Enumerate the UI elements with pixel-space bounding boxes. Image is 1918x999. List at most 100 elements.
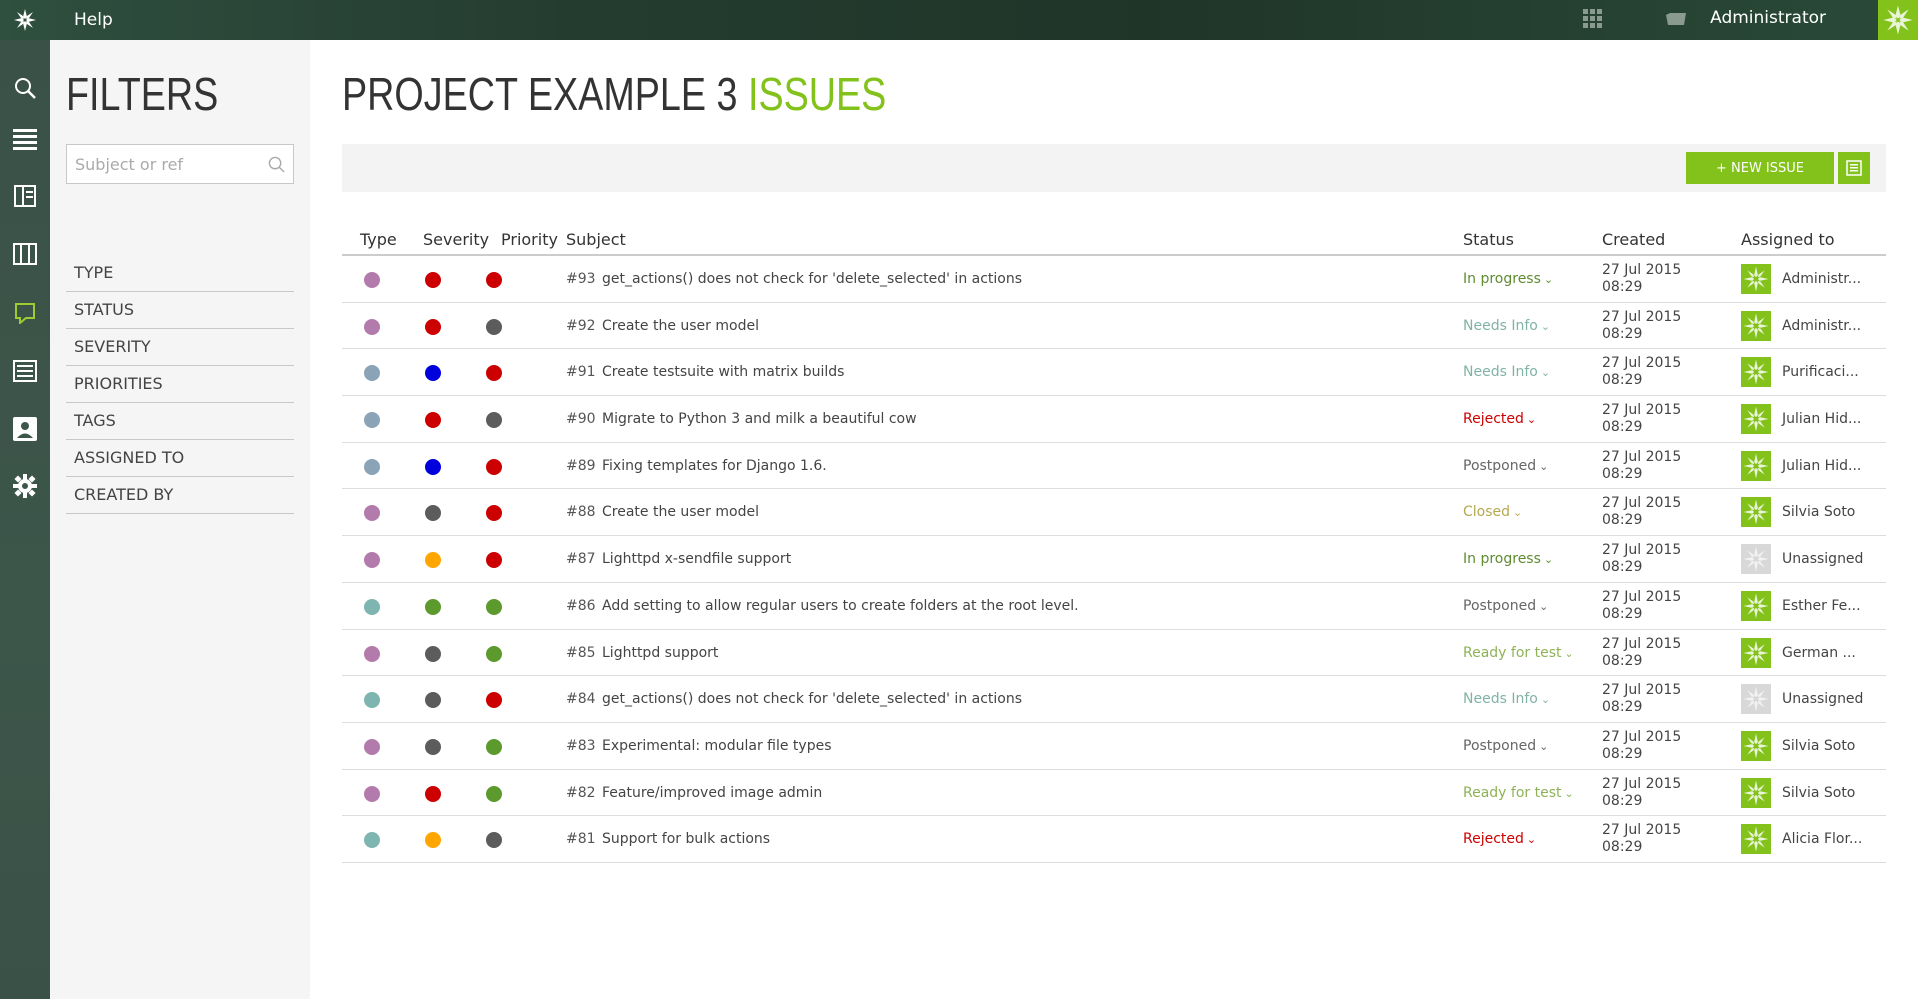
table-row[interactable]: #82 Feature/improved image admin Ready for… [342,770,1886,817]
table-row[interactable]: #86 Add setting to allow regular users to… [342,583,1886,630]
severity-dot[interactable] [425,832,441,849]
assignee-name[interactable]: Purificaci... [1782,364,1859,380]
filter-item[interactable]: SEVERITY [66,329,294,366]
assignee-name[interactable]: Julian Hid... [1782,458,1861,474]
severity-dot[interactable] [425,552,441,569]
assignee-avatar[interactable] [1741,637,1771,668]
assignee-name[interactable]: Esther Fe... [1782,598,1861,614]
issue-ref[interactable]: #83 [566,738,596,754]
assignee-avatar[interactable] [1741,777,1771,808]
issue-status[interactable]: Postponed ⌄ [1463,458,1548,474]
filter-item[interactable]: CREATED BY [66,477,294,514]
severity-dot[interactable] [425,412,441,429]
issue-subject[interactable]: Lighttpd support [602,645,718,661]
priority-dot[interactable] [486,412,502,429]
type-dot[interactable] [364,598,380,615]
folder-icon[interactable] [1666,11,1686,31]
assignee-avatar[interactable] [1741,590,1771,621]
header-type[interactable]: Type [360,230,397,249]
table-row[interactable]: #81 Support for bulk actions Rejected ⌄ 27 J… [342,816,1886,863]
issue-status[interactable]: Rejected ⌄ [1463,831,1536,847]
severity-dot[interactable] [425,458,441,475]
bulk-insert-button[interactable] [1838,152,1870,184]
severity-dot[interactable] [425,738,441,755]
header-status[interactable]: Status [1463,230,1514,249]
search-icon[interactable] [0,68,50,108]
backlog-icon[interactable] [0,119,50,159]
taiga-logo-icon[interactable] [0,0,50,40]
type-dot[interactable] [364,645,380,662]
assignee-avatar[interactable] [1741,684,1771,715]
header-assigned[interactable]: Assigned to [1741,230,1835,249]
issues-icon[interactable] [0,293,50,333]
help-link[interactable]: Help [74,10,113,30]
issue-status[interactable]: In progress ⌄ [1463,551,1553,567]
assignee-name[interactable]: Unassigned [1782,551,1863,567]
settings-icon[interactable] [0,466,50,506]
assignee-avatar[interactable] [1741,264,1771,294]
assignee-avatar[interactable] [1741,404,1771,435]
priority-dot[interactable] [486,598,502,615]
assignee-name[interactable]: Silvia Soto [1782,785,1855,801]
issue-ref[interactable]: #86 [566,598,596,614]
severity-dot[interactable] [425,318,441,335]
new-issue-button[interactable]: + NEW ISSUE [1686,152,1834,184]
filter-item[interactable]: TAGS [66,403,294,440]
priority-dot[interactable] [486,505,502,522]
issue-status[interactable]: Ready for test ⌄ [1463,785,1574,801]
issue-ref[interactable]: #88 [566,504,596,520]
issue-status[interactable]: Closed ⌄ [1463,504,1522,520]
assignee-name[interactable]: Silvia Soto [1782,504,1855,520]
severity-dot[interactable] [425,692,441,709]
assignee-name[interactable]: Administr... [1782,271,1861,287]
issue-status[interactable]: In progress ⌄ [1463,271,1553,287]
priority-dot[interactable] [486,458,502,475]
issue-status[interactable]: Ready for test ⌄ [1463,645,1574,661]
type-dot[interactable] [364,552,380,569]
filter-item[interactable]: TYPE [66,255,294,292]
header-created[interactable]: Created [1602,230,1665,249]
issue-subject[interactable]: get_actions() does not check for 'delete… [602,691,1022,707]
issue-subject[interactable]: Create the user model [602,318,759,334]
issue-ref[interactable]: #87 [566,551,596,567]
issue-subject[interactable]: Support for bulk actions [602,831,770,847]
issue-status[interactable]: Rejected ⌄ [1463,411,1536,427]
issue-status[interactable]: Needs Info ⌄ [1463,364,1550,380]
priority-dot[interactable] [486,552,502,569]
priority-dot[interactable] [486,785,502,802]
assignee-name[interactable]: Administr... [1782,318,1861,334]
type-dot[interactable] [364,365,380,382]
wiki-icon[interactable] [0,351,50,391]
type-dot[interactable] [364,318,380,335]
issue-ref[interactable]: #81 [566,831,596,847]
assignee-avatar[interactable] [1741,310,1771,341]
severity-dot[interactable] [425,645,441,662]
issue-ref[interactable]: #84 [566,691,596,707]
assignee-name[interactable]: Silvia Soto [1782,738,1855,754]
priority-dot[interactable] [486,692,502,709]
kanban-icon[interactable] [0,176,50,216]
severity-dot[interactable] [425,365,441,382]
issue-status[interactable]: Postponed ⌄ [1463,598,1548,614]
severity-dot[interactable] [425,598,441,615]
assignee-avatar[interactable] [1741,730,1771,761]
search-icon[interactable] [268,156,285,177]
filter-search-input[interactable] [67,145,257,183]
type-dot[interactable] [364,832,380,849]
issue-subject[interactable]: Feature/improved image admin [602,785,822,801]
assignee-name[interactable]: Unassigned [1782,691,1863,707]
table-row[interactable]: #85 Lighttpd support Ready for test ⌄ 27 Jul… [342,630,1886,677]
priority-dot[interactable] [486,645,502,662]
issue-status[interactable]: Needs Info ⌄ [1463,691,1550,707]
type-dot[interactable] [364,505,380,522]
issue-ref[interactable]: #91 [566,364,596,380]
table-row[interactable]: #89 Fixing templates for Django 1.6. Postp… [342,443,1886,490]
columns-icon[interactable] [0,234,50,274]
user-name[interactable]: Administrator [1710,8,1826,28]
type-dot[interactable] [364,738,380,755]
assignee-name[interactable]: German ... [1782,645,1856,661]
projects-grid-icon[interactable] [1583,9,1603,33]
issue-ref[interactable]: #90 [566,411,596,427]
table-row[interactable]: #90 Migrate to Python 3 and milk a beauti… [342,396,1886,443]
assignee-avatar[interactable] [1741,544,1771,575]
